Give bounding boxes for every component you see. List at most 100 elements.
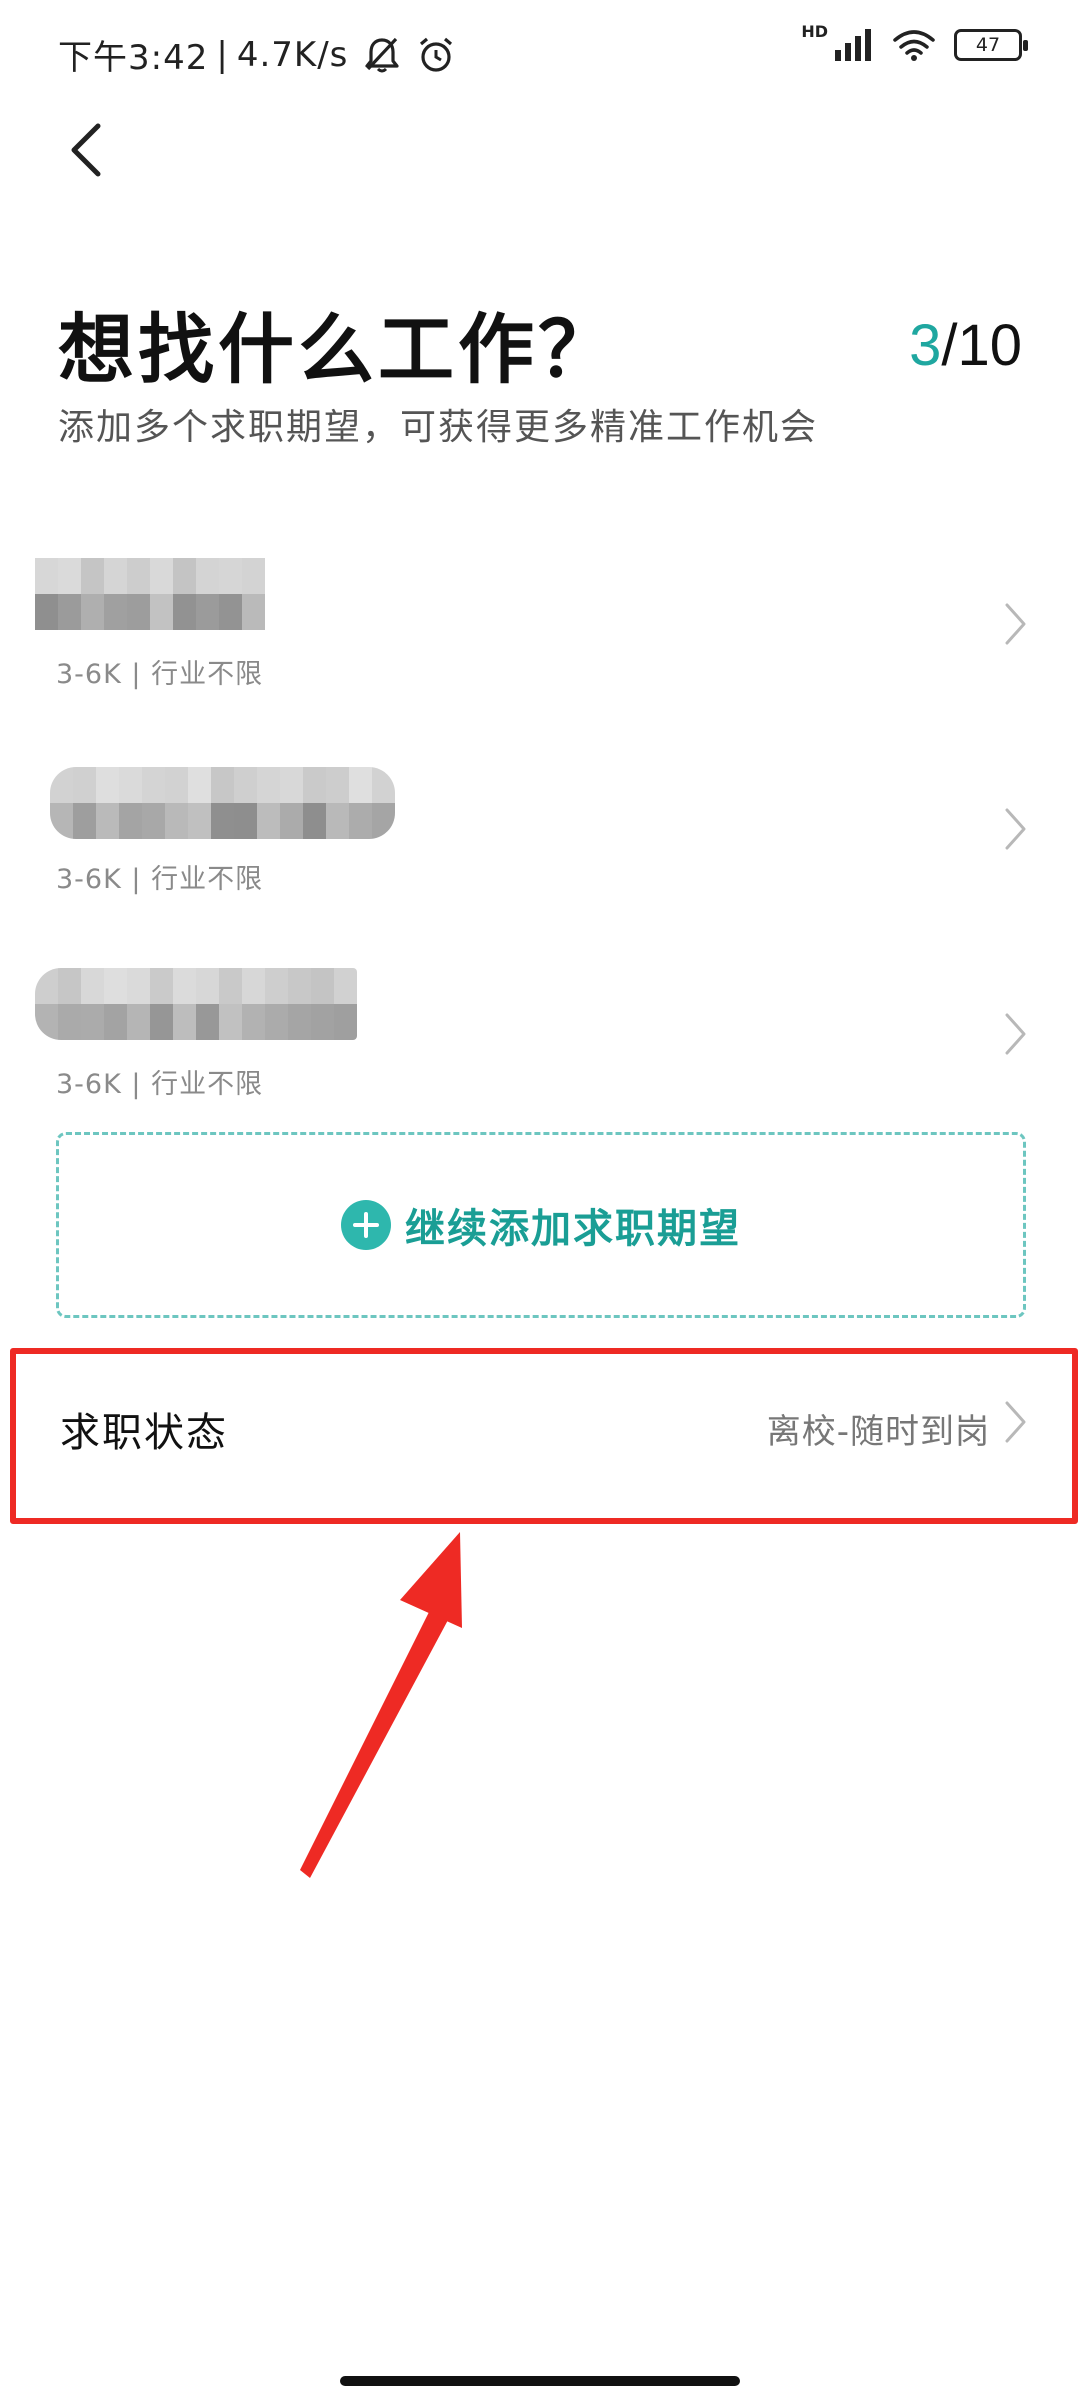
expectation-meta: 3-6K | 行业不限 [56, 864, 264, 895]
mosaic-cell [242, 594, 265, 630]
mosaic-cell [242, 968, 265, 1004]
mosaic-cell [288, 968, 311, 1004]
mosaic-cell [142, 803, 165, 839]
mosaic-cell [349, 803, 372, 839]
mosaic-cell [35, 968, 58, 1004]
mosaic-cell [35, 1004, 58, 1040]
mosaic-cell [127, 1004, 150, 1040]
mosaic-cell [303, 767, 326, 803]
mosaic-cell [173, 968, 196, 1004]
expectation-item-2[interactable]: 3-6K | 行业不限 [0, 745, 1080, 950]
add-expectation-label: 继续添加求职期望 [405, 1206, 741, 1252]
battery-level: 47 [975, 34, 1001, 56]
mosaic-cell [303, 803, 326, 839]
annotation-arrow-shaft [300, 1610, 448, 1878]
pixelated-job-title [50, 767, 395, 839]
screen: 下午3:42 | 4.7K/s HD 47 想找什么工作？ 3/10 添加多个求… [0, 0, 1080, 2400]
mosaic-cell [35, 558, 58, 594]
mosaic-cell [127, 558, 150, 594]
plus-icon [353, 1212, 379, 1238]
chevron-right-icon [1005, 1013, 1026, 1055]
mosaic-cell [326, 767, 349, 803]
mosaic-cell [196, 594, 219, 630]
mosaic-cell [219, 968, 242, 1004]
mosaic-cell [73, 803, 96, 839]
chevron-right-icon [1005, 1401, 1026, 1443]
mosaic-cell [81, 968, 104, 1004]
mosaic-cell [58, 594, 81, 630]
chevron-right-icon [1005, 808, 1026, 850]
mosaic-cell [219, 594, 242, 630]
mosaic-cell [211, 767, 234, 803]
expectation-item-1[interactable]: 3-6K | 行业不限 [0, 540, 1080, 745]
pixelated-job-title [35, 968, 357, 1040]
job-status-row[interactable]: 求职状态 离校-随时到岗 [10, 1348, 1078, 1524]
mosaic-cell [334, 1004, 357, 1040]
page-subtitle: 添加多个求职期望，可获得更多精准工作机会 [58, 407, 819, 448]
mosaic-cell [265, 968, 288, 1004]
annotation-arrow-head [400, 1532, 462, 1628]
progress-current: 3 [909, 313, 942, 378]
mosaic-cell [288, 1004, 311, 1040]
mosaic-cell [334, 968, 357, 1004]
page-title: 想找什么工作？ [58, 305, 618, 394]
mosaic-cell [219, 1004, 242, 1040]
job-status-label: 求职状态 [60, 1410, 228, 1456]
job-status-value: 离校-随时到岗 [766, 1412, 990, 1452]
mosaic-cell [35, 594, 58, 630]
mosaic-cell [96, 767, 119, 803]
mosaic-cell [96, 803, 119, 839]
mosaic-cell [104, 1004, 127, 1040]
mosaic-cell [150, 594, 173, 630]
mosaic-cell [173, 594, 196, 630]
mosaic-cell [257, 803, 280, 839]
progress-total: /10 [941, 313, 1022, 378]
pixelated-job-title [35, 558, 265, 630]
mosaic-cell [104, 558, 127, 594]
network-speed: 4.7K/s [236, 34, 349, 75]
signal-icon [835, 29, 871, 61]
mosaic-cell [349, 767, 372, 803]
mosaic-cell [372, 803, 395, 839]
mosaic-cell [127, 594, 150, 630]
chevron-left-icon [71, 123, 101, 177]
mosaic-cell [311, 1004, 334, 1040]
mosaic-cell [119, 803, 142, 839]
mosaic-cell [173, 558, 196, 594]
mosaic-cell [81, 594, 104, 630]
expectation-meta: 3-6K | 行业不限 [56, 1069, 264, 1100]
mosaic-cell [81, 558, 104, 594]
status-time: 下午3:42 [58, 38, 209, 78]
mosaic-cell [104, 968, 127, 1004]
mosaic-cell [265, 1004, 288, 1040]
mosaic-cell [257, 767, 280, 803]
home-indicator[interactable] [340, 2376, 740, 2386]
mosaic-cell [280, 767, 303, 803]
mosaic-cell [58, 968, 81, 1004]
mosaic-cell [165, 767, 188, 803]
add-expectation-button[interactable]: 继续添加求职期望 [56, 1132, 1026, 1318]
mosaic-cell [196, 558, 219, 594]
chevron-right-icon [1005, 603, 1026, 645]
expectation-meta: 3-6K | 行业不限 [56, 659, 264, 690]
mosaic-cell [234, 767, 257, 803]
status-bar: 下午3:42 | 4.7K/s HD 47 [0, 0, 1080, 110]
status-separator: | [216, 34, 229, 75]
mosaic-cell [127, 968, 150, 1004]
mosaic-cell [50, 767, 73, 803]
expectation-item-3[interactable]: 3-6K | 行业不限 [0, 950, 1080, 1155]
mosaic-cell [211, 803, 234, 839]
mosaic-cell [104, 594, 127, 630]
plus-circle-icon [341, 1200, 391, 1250]
mosaic-cell [242, 558, 265, 594]
mosaic-cell [81, 1004, 104, 1040]
back-button[interactable] [56, 110, 116, 190]
mosaic-cell [73, 767, 96, 803]
mosaic-cell [372, 767, 395, 803]
status-right: HD 47 [801, 22, 1028, 62]
mosaic-cell [58, 558, 81, 594]
mosaic-cell [196, 1004, 219, 1040]
mosaic-cell [188, 803, 211, 839]
mosaic-cell [50, 803, 73, 839]
mosaic-cell [280, 803, 303, 839]
